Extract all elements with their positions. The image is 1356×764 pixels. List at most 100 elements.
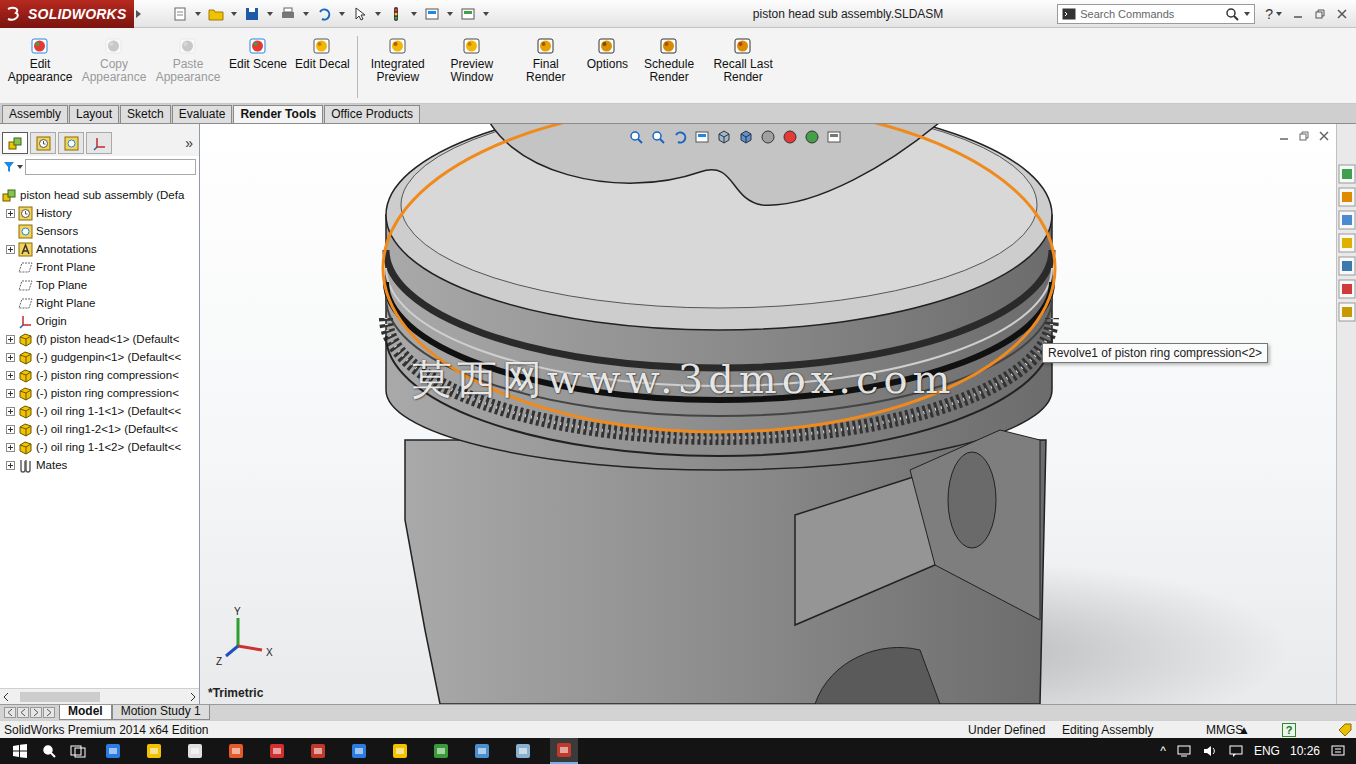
view-tool-icon[interactable]	[672, 129, 688, 145]
window-minimize-icon[interactable]	[1292, 8, 1304, 20]
view-tool-icon[interactable]	[738, 129, 754, 145]
panel-tab[interactable]	[2, 132, 28, 154]
tab-nav-icon[interactable]	[17, 707, 29, 718]
ribbon-button[interactable]: Final Render	[510, 36, 582, 84]
app-logo[interactable]: SOLIDWORKS	[0, 0, 134, 28]
volume-icon[interactable]	[1202, 744, 1218, 758]
task-pane-icon[interactable]	[1338, 210, 1356, 230]
tree-item[interactable]: piston head sub assembly (Defa	[0, 186, 199, 204]
taskbar-app[interactable]	[99, 738, 127, 764]
expand-icon[interactable]	[6, 407, 15, 416]
expand-icon[interactable]	[6, 443, 15, 452]
panel-tab[interactable]	[58, 132, 84, 154]
taskbar-app[interactable]	[550, 738, 578, 764]
viewport-minimize-icon[interactable]	[1278, 130, 1290, 142]
scroll-thumb[interactable]	[20, 692, 100, 702]
tree-item[interactable]: (-) piston ring compression<	[0, 366, 199, 384]
tree-item[interactable]: Mates	[0, 456, 199, 474]
scroll-right-icon[interactable]	[189, 692, 197, 702]
taskbar-app[interactable]	[140, 738, 168, 764]
window-close-icon[interactable]	[1336, 8, 1348, 20]
expand-icon[interactable]	[6, 371, 15, 380]
task-pane-icon[interactable]	[1338, 164, 1356, 184]
status-help[interactable]: ?	[1282, 723, 1338, 737]
menu-arrow-icon[interactable]	[134, 9, 142, 19]
clock[interactable]: 10:26	[1290, 744, 1320, 758]
oil-ring[interactable]	[386, 318, 1052, 438]
ribbon-button[interactable]: Options	[584, 36, 631, 71]
dropdown-caret-icon[interactable]	[1276, 11, 1282, 17]
panel-expand-button[interactable]: »	[181, 135, 197, 154]
quick-access-icon[interactable]	[460, 6, 476, 22]
task-pane-icon[interactable]	[1338, 279, 1356, 299]
bottom-tab[interactable]: Motion Study 1	[112, 705, 210, 720]
dropdown-caret-icon[interactable]	[303, 11, 309, 17]
network-icon[interactable]	[1176, 744, 1192, 758]
dropdown-caret-icon[interactable]	[411, 11, 417, 17]
taskbar-app[interactable]	[345, 738, 373, 764]
quick-access-icon[interactable]	[208, 6, 224, 22]
help-button[interactable]: ?	[1255, 6, 1292, 22]
dropdown-caret-icon[interactable]	[267, 11, 273, 17]
ribbon-button[interactable]: Edit Appearance	[4, 36, 76, 84]
ribbon-button[interactable]: Integrated Preview	[362, 36, 434, 84]
search-commands[interactable]: Search Commands	[1057, 4, 1255, 24]
tree-item[interactable]: History	[0, 204, 199, 222]
ribbon-button[interactable]: Edit Decal	[292, 36, 353, 71]
taskbar-app[interactable]	[468, 738, 496, 764]
taskbar-app[interactable]	[386, 738, 414, 764]
view-tool-icon[interactable]	[650, 129, 666, 145]
dropdown-caret-icon[interactable]	[375, 11, 381, 17]
tray-expand[interactable]: ^	[1160, 744, 1166, 758]
taskbar-app[interactable]	[222, 738, 250, 764]
taskbar-app[interactable]	[263, 738, 291, 764]
tag-icon[interactable]	[1338, 723, 1352, 737]
taskbar-app[interactable]	[181, 738, 209, 764]
dropdown-caret-icon[interactable]	[447, 11, 453, 17]
tree-item[interactable]: (-) oil ring 1-1<2> (Default<<	[0, 438, 199, 456]
view-tool-icon[interactable]	[716, 129, 732, 145]
view-tool-icon[interactable]	[804, 129, 820, 145]
dropdown-caret-icon[interactable]	[483, 11, 489, 17]
panel-tab[interactable]	[86, 132, 112, 154]
ribbon-button[interactable]: Recall Last Render	[707, 36, 779, 84]
view-tool-icon[interactable]	[826, 129, 842, 145]
message-icon[interactable]	[1228, 744, 1244, 758]
dropdown-caret-icon[interactable]	[231, 11, 237, 17]
start-icon[interactable]	[12, 743, 28, 759]
quick-access-icon[interactable]	[244, 6, 260, 22]
tab-nav-icon[interactable]	[4, 707, 16, 718]
bottom-tab[interactable]: Model	[59, 705, 112, 720]
command-tab[interactable]: Layout	[69, 105, 119, 123]
viewport-close-icon[interactable]	[1318, 130, 1330, 142]
command-tab[interactable]: Sketch	[120, 105, 171, 123]
unit-system[interactable]: MMGS	[1206, 723, 1238, 737]
taskbar-app[interactable]	[509, 738, 537, 764]
unit-menu-arrow[interactable]: ▲	[1238, 723, 1282, 737]
viewport-restore-icon[interactable]	[1298, 130, 1310, 142]
expand-icon[interactable]	[6, 245, 15, 254]
view-tool-icon[interactable]	[782, 129, 798, 145]
filter-icon[interactable]	[3, 161, 15, 173]
tree-item[interactable]: (-) oil ring 1-1<1> (Default<<	[0, 402, 199, 420]
quick-access-icon[interactable]	[424, 6, 440, 22]
tree-item[interactable]: Top Plane	[0, 276, 199, 294]
dropdown-caret-icon[interactable]	[17, 164, 23, 170]
taskbar-app[interactable]	[304, 738, 332, 764]
action-center-icon[interactable]	[1330, 743, 1346, 759]
quick-access-icon[interactable]	[172, 6, 188, 22]
tree-item[interactable]: Annotations	[0, 240, 199, 258]
ribbon-button[interactable]: Preview Window	[436, 36, 508, 84]
expand-icon[interactable]	[6, 353, 15, 362]
task-pane-icon[interactable]	[1338, 302, 1356, 322]
filter-input[interactable]	[25, 159, 196, 175]
task-pane-icon[interactable]	[1338, 256, 1356, 276]
tab-nav-icon[interactable]	[30, 707, 42, 718]
tab-nav-icon[interactable]	[43, 707, 55, 718]
command-tab[interactable]: Office Products	[324, 105, 420, 123]
piston-crown[interactable]	[386, 124, 1052, 330]
tree-item[interactable]: Sensors	[0, 222, 199, 240]
pin-bore[interactable]	[948, 452, 996, 548]
quick-access-icon[interactable]	[352, 6, 368, 22]
command-tab[interactable]: Evaluate	[172, 105, 233, 123]
